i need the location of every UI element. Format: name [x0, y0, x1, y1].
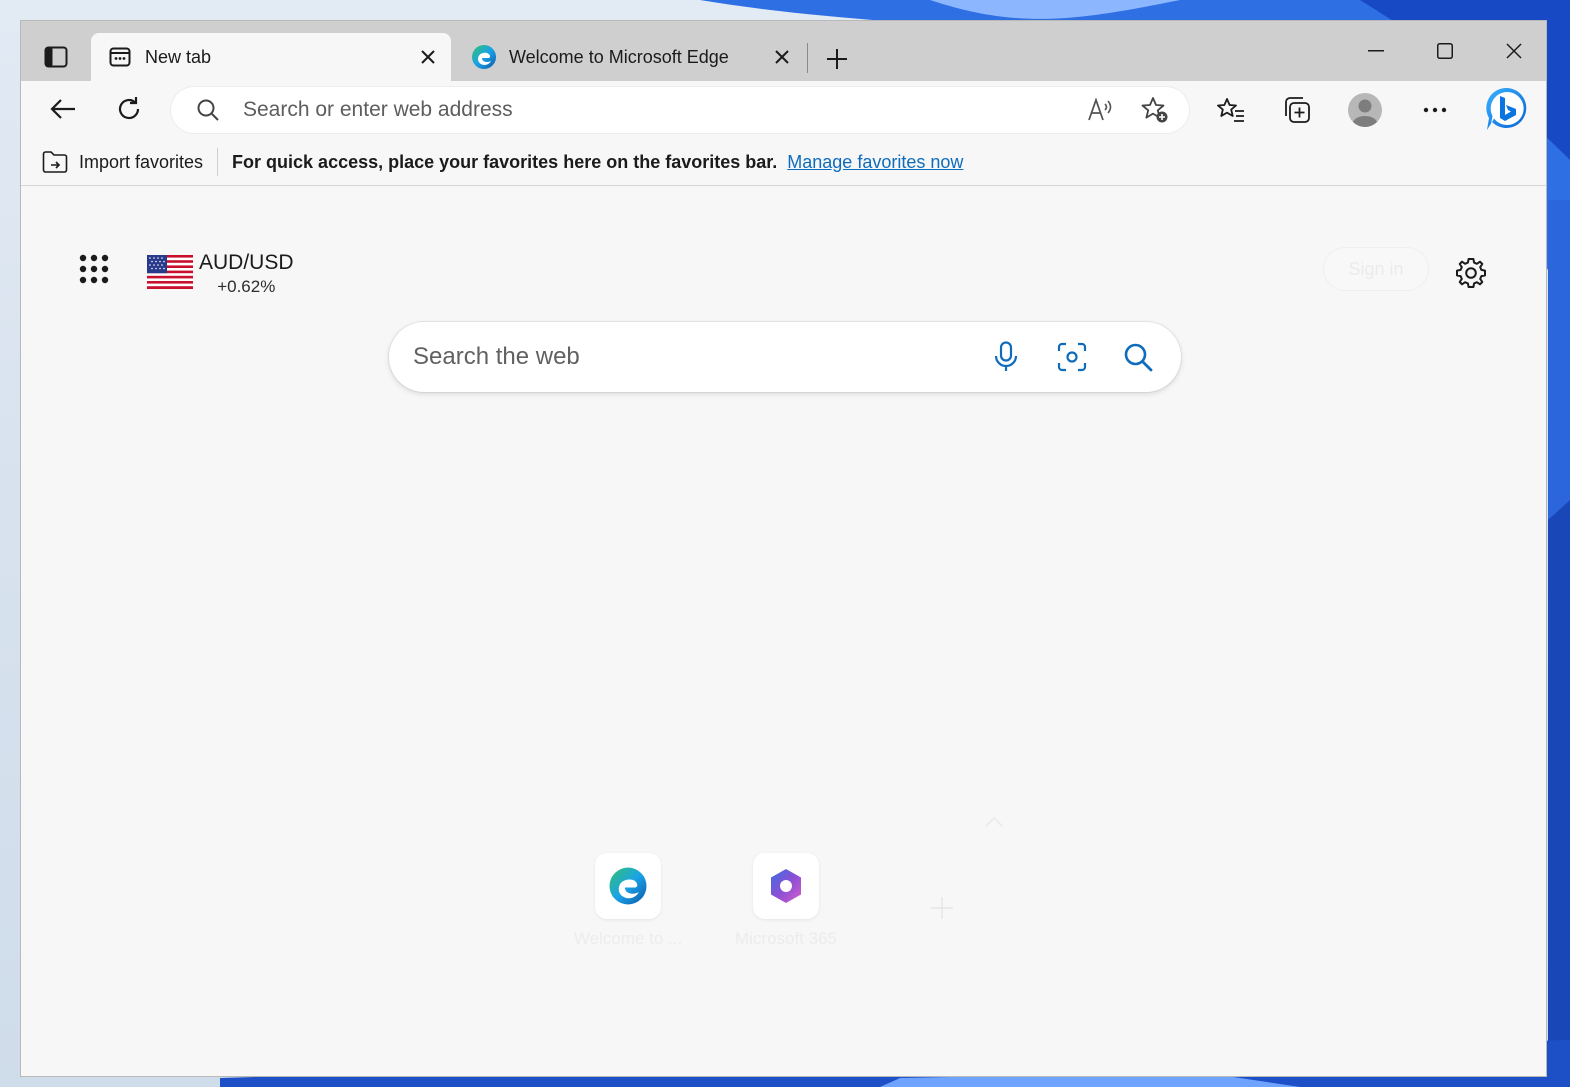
tab-title: New tab: [145, 46, 212, 67]
favorites-button[interactable]: [1209, 89, 1253, 131]
tab-separator: [807, 43, 808, 73]
tab-new-tab[interactable]: New tab: [91, 33, 451, 81]
web-search-input[interactable]: Search the web: [413, 343, 983, 371]
visual-search-button[interactable]: [1049, 334, 1095, 380]
minimize-button[interactable]: [1346, 29, 1406, 73]
tab-title: Welcome to Microsoft Edge: [509, 46, 729, 67]
browser-window: New tab Welcome to Microsoft Edge Search…: [20, 20, 1547, 1077]
minimize-icon: [1368, 50, 1384, 52]
favorites-bar-message: For quick access, place your favorites h…: [232, 151, 778, 172]
voice-search-button[interactable]: [983, 334, 1029, 380]
chevron-up-icon[interactable]: [983, 815, 1005, 829]
favorites-bar: Import favorites For quick access, place…: [21, 139, 1546, 186]
address-bar[interactable]: Search or enter web address: [171, 87, 1189, 133]
close-tab-button[interactable]: [767, 42, 797, 72]
waffle-grid-icon: [79, 254, 109, 284]
tab-welcome-edge[interactable]: Welcome to Microsoft Edge: [455, 33, 805, 81]
close-tab-button[interactable]: [413, 42, 443, 72]
back-button[interactable]: [41, 89, 85, 129]
newtab-page-icon: [107, 44, 133, 70]
quick-link-microsoft-365[interactable]: Microsoft 365: [716, 853, 856, 949]
favorites-divider: [217, 148, 219, 176]
add-favorite-button[interactable]: [1135, 90, 1175, 130]
close-icon: [421, 50, 435, 64]
search-icon: [1124, 343, 1153, 372]
close-icon: [775, 50, 789, 64]
import-favorites-button[interactable]: Import favorites: [41, 148, 203, 176]
toolbar: Search or enter web address: [21, 81, 1546, 139]
quick-link-tile[interactable]: [753, 853, 819, 919]
avatar-icon: [1348, 93, 1382, 127]
maximize-button[interactable]: [1415, 29, 1475, 73]
maximize-icon: [1437, 43, 1453, 59]
quick-link-welcome[interactable]: Welcome to ...: [558, 853, 698, 949]
new-tab-button[interactable]: [817, 39, 857, 79]
bing-chat-icon: [1486, 87, 1527, 130]
manage-favorites-link[interactable]: Manage favorites now: [787, 152, 963, 173]
close-icon: [1506, 43, 1522, 59]
import-favorites-label: Import favorites: [79, 151, 204, 172]
add-quick-link-icon[interactable]: [929, 895, 955, 921]
app-launcher-button[interactable]: [79, 249, 109, 289]
star-add-icon: [1141, 97, 1168, 123]
quick-link-label: Microsoft 365: [734, 929, 838, 948]
microsoft365-logo-icon: [771, 869, 801, 903]
microphone-icon: [994, 341, 1018, 371]
gear-icon: [1456, 258, 1486, 288]
title-bar: New tab Welcome to Microsoft Edge: [21, 21, 1546, 81]
refresh-icon: [118, 97, 140, 120]
search-submit-button[interactable]: [1115, 334, 1161, 380]
vertical-tabs-icon: [44, 46, 68, 68]
favorites-icon: [1217, 98, 1244, 122]
ticker-change: +0.62%: [217, 277, 276, 296]
refresh-button[interactable]: [107, 89, 151, 129]
ticker-symbol: AUD/USD: [199, 251, 294, 274]
bing-copilot-button[interactable]: [1481, 83, 1533, 135]
collections-icon: [1285, 97, 1310, 123]
search-icon: [193, 95, 223, 125]
address-input[interactable]: Search or enter web address: [243, 98, 1081, 122]
page-settings-button[interactable]: [1449, 251, 1493, 295]
quick-link-tile[interactable]: [595, 853, 661, 919]
read-aloud-icon: [1088, 98, 1112, 121]
sign-in-button[interactable]: Sign in: [1323, 247, 1429, 291]
new-tab-page: AUD/USD +0.62% Sign in Search the web We…: [21, 187, 1546, 1076]
collections-button[interactable]: [1275, 89, 1319, 131]
quick-link-label: Welcome to ...: [573, 929, 683, 948]
arrow-left-icon: [50, 99, 75, 119]
folder-import-icon: [41, 148, 69, 176]
edge-logo-icon: [609, 867, 647, 905]
tab-actions-button[interactable]: [33, 39, 79, 75]
us-flag-icon: [147, 255, 193, 289]
currency-ticker[interactable]: AUD/USD +0.62%: [147, 251, 294, 297]
more-horizontal-icon: [1423, 107, 1447, 113]
plus-icon: [827, 49, 847, 69]
visual-search-icon: [1057, 342, 1087, 372]
settings-and-more-button[interactable]: [1413, 89, 1457, 131]
web-search-box[interactable]: Search the web: [389, 322, 1181, 392]
profile-button[interactable]: [1343, 89, 1387, 131]
read-aloud-button[interactable]: [1081, 90, 1121, 130]
edge-logo-icon: [471, 44, 497, 70]
close-window-button[interactable]: [1484, 29, 1544, 73]
